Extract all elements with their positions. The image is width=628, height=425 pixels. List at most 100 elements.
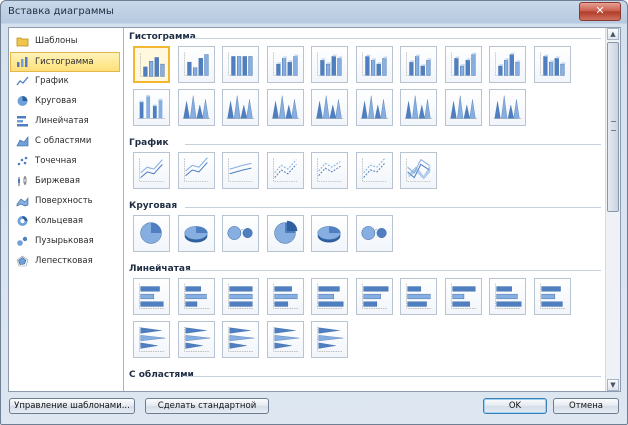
bar-chart-preview-icon <box>361 283 388 309</box>
area-chart-icon <box>16 136 29 147</box>
sidebar-item[interactable]: Точечная <box>11 152 119 170</box>
doughnut-chart-icon <box>17 216 28 226</box>
sidebar-item-label: С областями <box>35 136 92 146</box>
column-chart-subtype[interactable] <box>311 46 348 83</box>
column-chart-preview-icon <box>495 52 521 76</box>
sidebar-item[interactable]: Круговая <box>11 92 119 110</box>
bar-chart-subtype[interactable] <box>266 321 304 358</box>
column-chart-subtype[interactable] <box>533 46 571 83</box>
bar-chart-preview-icon <box>183 283 209 309</box>
bar-chart-subtype[interactable] <box>533 278 571 315</box>
line-chart-subtype[interactable] <box>400 152 437 189</box>
manage-templates-button[interactable]: Управление шаблонами... <box>9 398 135 414</box>
chart-subtype-gallery: Гистограмма График Круговая Линейчатая С обл… <box>125 28 605 391</box>
sidebar-item[interactable]: Линейчатая <box>11 112 119 130</box>
ok-button[interactable]: OK <box>483 398 547 414</box>
set-default-button[interactable]: Сделать стандартной <box>145 398 269 414</box>
bar-chart-preview-icon <box>139 326 166 352</box>
column-chart-subtype[interactable] <box>133 89 170 126</box>
line-chart-subtype[interactable] <box>355 152 393 189</box>
column-chart-subtype[interactable] <box>266 46 304 83</box>
pie-chart-subtype[interactable] <box>355 215 393 252</box>
column-chart-subtype[interactable] <box>489 46 526 83</box>
sidebar-item[interactable]: Кольцевая <box>11 212 119 230</box>
sidebar-item[interactable]: Гистограмма <box>10 52 120 72</box>
bar-chart-subtype[interactable] <box>311 278 348 315</box>
bar-chart-subtype[interactable] <box>133 278 170 315</box>
column-chart-preview-icon <box>539 52 565 76</box>
bar-chart-subtype[interactable] <box>177 278 215 315</box>
bar-chart-preview-icon <box>272 283 298 309</box>
column-chart-subtype[interactable] <box>444 89 482 126</box>
title-bar[interactable]: Вставка диаграммы ✕ <box>1 1 627 23</box>
bar-chart-subtype[interactable] <box>222 321 259 358</box>
column-chart-subtype[interactable] <box>311 89 348 126</box>
sidebar-item[interactable]: Лепестковая <box>11 252 119 270</box>
cancel-button[interactable]: Отмена <box>553 398 619 414</box>
column-chart-subtype[interactable] <box>489 89 526 126</box>
close-icon: ✕ <box>595 4 605 17</box>
scroll-up-button[interactable]: ▲ <box>607 28 619 40</box>
column-chart-subtype[interactable] <box>133 46 170 83</box>
sidebar-item[interactable]: Шаблоны <box>11 32 119 50</box>
line-chart-subtype[interactable] <box>311 152 348 189</box>
bar-chart-subtype[interactable] <box>266 278 304 315</box>
pie-chart-subtype[interactable] <box>222 215 259 252</box>
line-chart-preview-icon <box>183 157 209 182</box>
bar-chart-preview-icon <box>139 283 165 309</box>
folder-icon <box>16 37 29 47</box>
pie-chart-subtype[interactable] <box>266 215 304 252</box>
scroll-down-button[interactable]: ▼ <box>607 379 619 391</box>
bar-chart-subtype[interactable] <box>133 321 170 358</box>
pie-chart-subtype[interactable] <box>133 215 170 252</box>
sidebar-item[interactable]: С областями <box>11 132 119 150</box>
dialog-title: Вставка диаграммы <box>8 6 114 17</box>
sidebar-item[interactable]: Поверхность <box>11 192 119 210</box>
column-chart-subtype[interactable] <box>266 89 304 126</box>
gallery-scrollbar[interactable]: ▲ ▼ <box>605 28 620 391</box>
scroll-thumb[interactable] <box>607 42 619 212</box>
close-button[interactable]: ✕ <box>579 2 621 21</box>
pie-chart-preview-icon <box>360 226 387 240</box>
column-chart-preview-icon <box>271 95 299 119</box>
section-title: Круговая <box>129 201 178 211</box>
sidebar-item-label: Круговая <box>35 96 77 106</box>
column-chart-subtype[interactable] <box>355 89 393 126</box>
bar-chart-subtype[interactable] <box>311 321 348 358</box>
line-chart-subtype[interactable] <box>177 152 215 189</box>
bar-chart-subtype[interactable] <box>355 278 393 315</box>
column-chart-preview-icon <box>137 94 166 119</box>
surface-chart-icon <box>16 197 29 207</box>
column-chart-subtype[interactable] <box>444 46 482 83</box>
bar-chart-subtype[interactable] <box>177 321 215 358</box>
column-chart-preview-icon <box>182 95 210 119</box>
column-chart-subtype[interactable] <box>355 46 393 83</box>
bar-chart-preview-icon <box>495 283 522 309</box>
bar-chart-preview-icon <box>539 283 565 309</box>
column-chart-subtype[interactable] <box>177 89 215 126</box>
line-chart-subtype[interactable] <box>266 152 304 189</box>
column-chart-preview-icon <box>226 95 255 119</box>
section-title: Линейчатая <box>129 264 191 274</box>
pie-chart-subtype[interactable] <box>177 215 215 252</box>
bar-chart-subtype[interactable] <box>444 278 482 315</box>
line-chart-subtype[interactable] <box>222 152 259 189</box>
column-chart-subtype[interactable] <box>177 46 215 83</box>
sidebar-item-label: Кольцевая <box>35 216 84 226</box>
dialog-body: Шаблоны Гистограмма График Круговая Линейчат… <box>8 27 621 392</box>
bar-chart-subtype[interactable] <box>489 278 526 315</box>
column-chart-subtype[interactable] <box>400 46 437 83</box>
column-chart-subtype[interactable] <box>222 89 259 126</box>
scatter-chart-icon <box>17 156 28 166</box>
sidebar-item[interactable]: Пузырьковая <box>11 232 119 250</box>
bar-chart-subtype[interactable] <box>222 278 259 315</box>
column-chart-subtype[interactable] <box>222 46 259 83</box>
sidebar-item[interactable]: График <box>11 72 119 90</box>
bar-chart-subtype[interactable] <box>400 278 437 315</box>
column-chart-subtype[interactable] <box>400 89 437 126</box>
sidebar-item[interactable]: Биржевая <box>11 172 119 190</box>
sidebar-item-label: Пузырьковая <box>35 236 94 246</box>
column-chart-preview-icon <box>315 95 344 119</box>
line-chart-subtype[interactable] <box>133 152 170 189</box>
pie-chart-subtype[interactable] <box>311 215 348 252</box>
